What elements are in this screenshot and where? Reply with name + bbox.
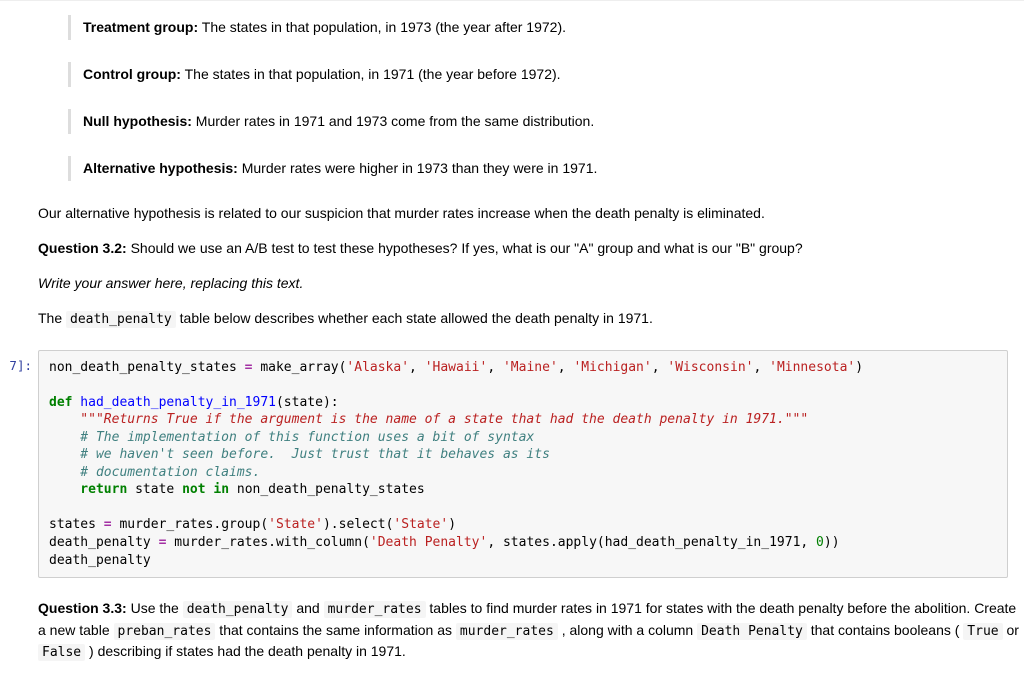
dp-intro-pre: The [38, 310, 66, 326]
q32-text: Should we use an A/B test to test these … [127, 240, 803, 256]
dp-intro: The death_penalty table below describes … [38, 308, 1024, 330]
question-3-2: Question 3.2: Should we use an A/B test … [38, 238, 1024, 259]
markdown-cell: Treatment group: The states in that popu… [0, 1, 1024, 348]
inline-code: murder_rates [324, 601, 426, 618]
blockquote-null: Null hypothesis: Murder rates in 1971 an… [68, 109, 1024, 134]
bq-text: Murder rates were higher in 1973 than th… [238, 160, 598, 176]
bq-label: Treatment group: [83, 19, 198, 35]
bq-label: Control group: [83, 66, 181, 82]
notebook: Treatment group: The states in that popu… [0, 0, 1024, 681]
alt-suspicion-text: Our alternative hypothesis is related to… [38, 203, 1024, 224]
markdown-cell-q33: Question 3.3: Use the death_penalty and … [0, 580, 1024, 681]
bq-text: The states in that population, in 1973 (… [198, 19, 566, 35]
q33-label: Question 3.3: [38, 600, 127, 616]
blockquote-control: Control group: The states in that popula… [68, 62, 1024, 87]
inline-code-death-penalty: death_penalty [66, 311, 176, 328]
inline-code: murder_rates [456, 623, 558, 640]
code-editor[interactable]: non_death_penalty_states = make_array('A… [38, 350, 1008, 579]
prompt-empty [0, 1, 38, 348]
markdown-body: Treatment group: The states in that popu… [38, 1, 1024, 348]
question-3-3: Question 3.3: Use the death_penalty and … [38, 598, 1024, 663]
prompt-empty [0, 580, 38, 681]
dp-intro-post: table below describes whether each state… [176, 310, 653, 326]
input-prompt: 7]: [0, 348, 38, 581]
inline-code: Death Penalty [697, 623, 807, 640]
inline-code: preban_rates [114, 623, 216, 640]
bq-text: Murder rates in 1971 and 1973 come from … [192, 113, 594, 129]
blockquote-alt: Alternative hypothesis: Murder rates wer… [68, 156, 1024, 181]
code-cell-body[interactable]: non_death_penalty_states = make_array('A… [38, 348, 1024, 581]
inline-code: True [963, 623, 1002, 640]
markdown-body: Question 3.3: Use the death_penalty and … [38, 580, 1024, 681]
inline-code: death_penalty [183, 601, 293, 618]
q32-label: Question 3.2: [38, 240, 127, 256]
bq-text: The states in that population, in 1971 (… [181, 66, 561, 82]
inline-code: False [38, 644, 85, 661]
bq-label: Null hypothesis: [83, 113, 192, 129]
code-cell-7: 7]: non_death_penalty_states = make_arra… [0, 348, 1024, 581]
answer-placeholder[interactable]: Write your answer here, replacing this t… [38, 273, 1024, 294]
bq-label: Alternative hypothesis: [83, 160, 238, 176]
blockquote-treatment: Treatment group: The states in that popu… [68, 15, 1024, 40]
